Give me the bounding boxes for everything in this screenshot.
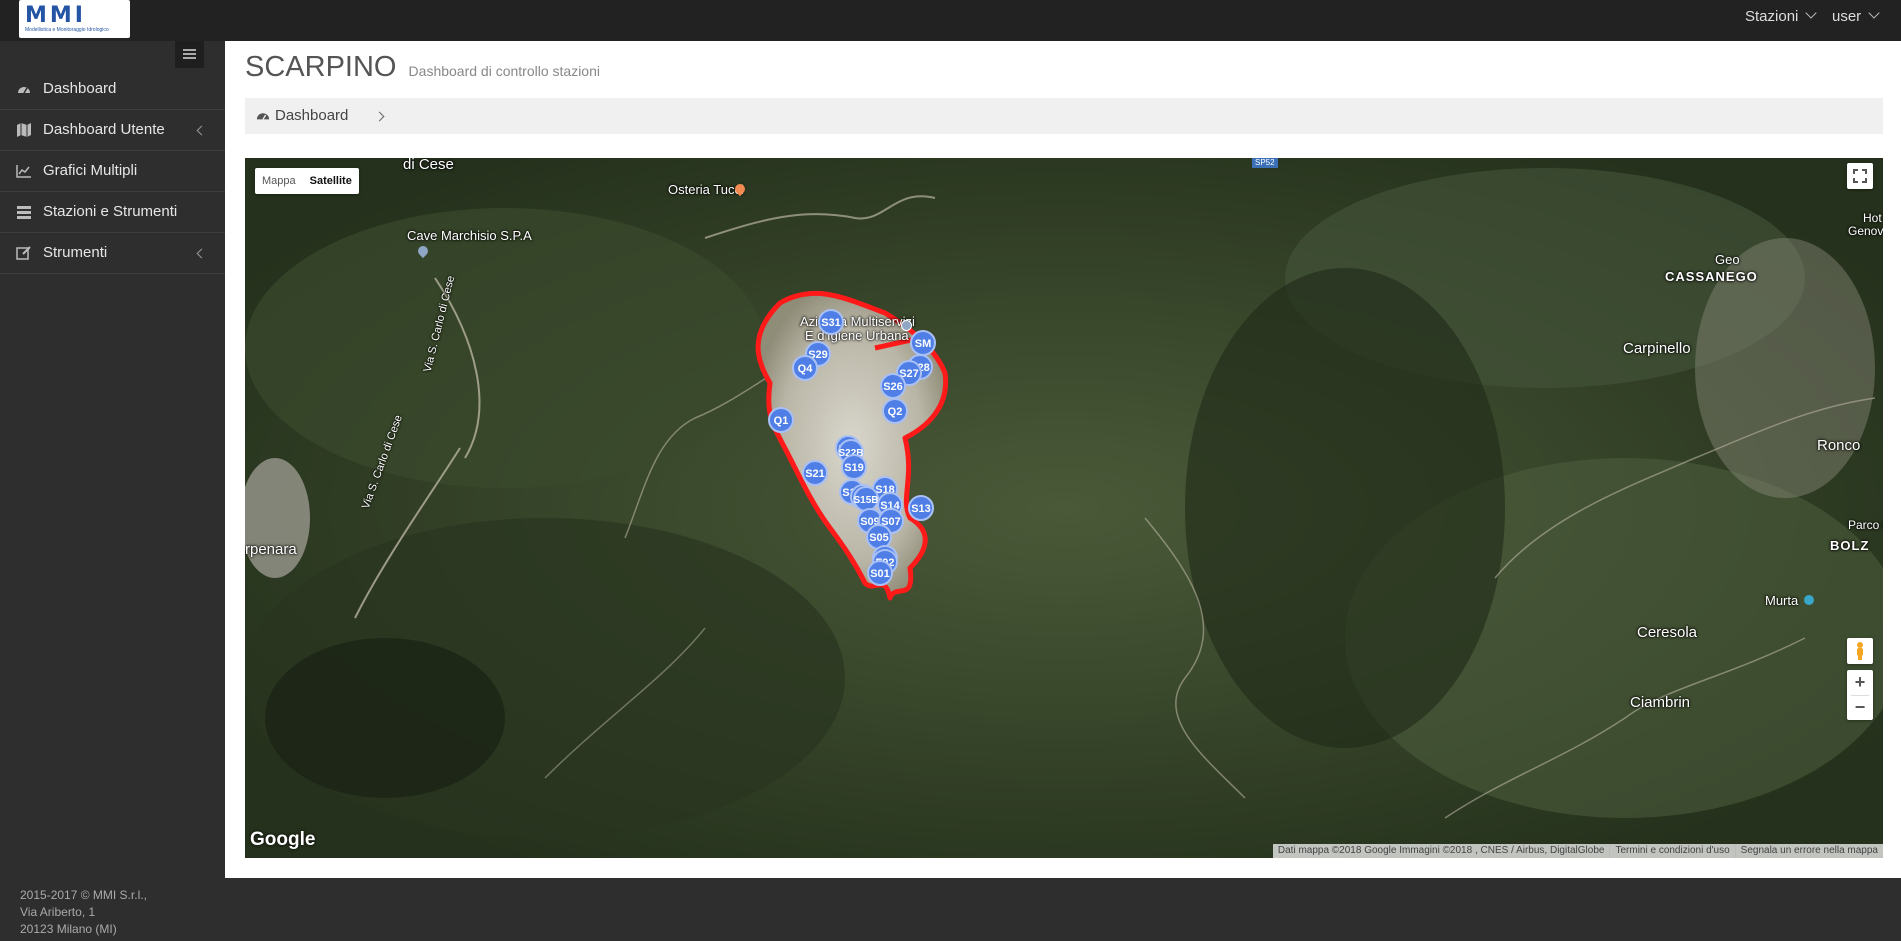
- station-marker-s21[interactable]: S21: [802, 460, 828, 486]
- google-logo: Google: [250, 829, 316, 850]
- sidebar-item-label: Dashboard Utente: [43, 121, 165, 138]
- station-marker-s13[interactable]: S13: [908, 495, 934, 521]
- station-marker-s19[interactable]: S19: [841, 454, 867, 480]
- footer-line: Via Ariberto, 1: [20, 905, 96, 919]
- user-label: user: [1832, 8, 1862, 25]
- hamburger-icon: [183, 49, 196, 51]
- dashboard-icon: [18, 87, 30, 94]
- sidebar-menu: Dashboard Dashboard Utente Grafici Multi…: [0, 69, 225, 274]
- footer-line: 2015-2017 © MMI S.r.l.,: [20, 888, 147, 902]
- terms-link[interactable]: Termini e condizioni d'uso: [1609, 844, 1734, 858]
- sidebar-item-grafici-multipli[interactable]: Grafici Multipli: [0, 151, 225, 192]
- sidebar-item-dashboard[interactable]: Dashboard: [0, 69, 225, 110]
- map-icon: [17, 123, 31, 137]
- sidebar-item-dashboard-utente[interactable]: Dashboard Utente: [0, 110, 225, 151]
- station-marker-q1[interactable]: Q1: [768, 407, 794, 433]
- stazioni-label: Stazioni: [1745, 8, 1799, 25]
- zoom-in-button[interactable]: +: [1847, 670, 1873, 695]
- sidebar: Dashboard Dashboard Utente Grafici Multi…: [0, 41, 225, 941]
- map-attribution: Dati mappa ©2018 Google Immagini ©2018 ,…: [1272, 844, 1883, 858]
- marker-label: S13: [911, 503, 931, 515]
- chevron-down-icon: [1868, 7, 1880, 19]
- main-content: SCARPINO Dashboard di controllo stazioni…: [225, 41, 1901, 878]
- page-title: SCARPINO Dashboard di controllo stazioni: [245, 51, 600, 84]
- fullscreen-button[interactable]: [1847, 163, 1873, 189]
- marker-label: Q2: [888, 406, 903, 418]
- map-type-satellite-button[interactable]: Satellite: [303, 168, 359, 194]
- dashboard-icon: [256, 113, 270, 120]
- marker-label: S15B: [853, 495, 878, 506]
- marker-label: S01: [870, 568, 890, 580]
- station-markers-layer: S31SMS29Q4S28S27S26Q2Q1S22S22BS21S19S18S…: [768, 309, 936, 586]
- logo-subtitle: Modellistica e Monitoraggio Idrologico: [25, 27, 109, 33]
- sidebar-item-label: Strumenti: [43, 244, 108, 261]
- station-marker-s26[interactable]: S26: [880, 373, 906, 399]
- marker-label: Q1: [774, 415, 789, 427]
- marker-label: S21: [805, 468, 825, 480]
- page-subtitle: Dashboard di controllo stazioni: [408, 63, 600, 79]
- zoom-out-button[interactable]: −: [1847, 696, 1873, 720]
- station-marker-s31[interactable]: S31: [818, 309, 844, 335]
- chevron-left-icon: [196, 248, 207, 259]
- sidebar-item-label: Grafici Multipli: [43, 162, 138, 179]
- station-marker-q2[interactable]: Q2: [882, 398, 908, 424]
- edit-icon: [16, 246, 31, 260]
- map-type-control: Mappa Satellite: [255, 168, 359, 194]
- sidebar-item-stazioni-strumenti[interactable]: Stazioni e Strumenti: [0, 192, 225, 233]
- marker-label: S19: [844, 462, 864, 474]
- pegman-icon: [1857, 642, 1863, 660]
- logo-text: MMI: [25, 3, 86, 28]
- breadcrumb: Dashboard: [245, 98, 1883, 134]
- footer-copyright: 2015-2017 © MMI S.r.l., Via Ariberto, 1 …: [20, 887, 147, 938]
- chevron-right-icon: [374, 111, 385, 122]
- sidebar-item-strumenti[interactable]: Strumenti: [0, 233, 225, 274]
- station-marker-s15b[interactable]: S15B: [853, 486, 879, 512]
- hamburger-icon-bar: [183, 57, 196, 59]
- marker-label: Q4: [798, 363, 814, 375]
- top-navbar: MMI Modellistica e Monitoraggio Idrologi…: [0, 0, 1901, 41]
- mmi-logo[interactable]: MMI Modellistica e Monitoraggio Idrologi…: [19, 0, 130, 38]
- breadcrumb-item-dashboard[interactable]: Dashboard: [275, 107, 348, 124]
- marker-label: S26: [883, 381, 903, 393]
- user-dropdown[interactable]: user: [1832, 7, 1880, 25]
- station-marker-sm[interactable]: SM: [910, 330, 936, 356]
- chevron-left-icon: [196, 125, 207, 136]
- map-type-map-button[interactable]: Mappa: [255, 168, 303, 194]
- stazioni-dropdown[interactable]: Stazioni: [1745, 7, 1818, 25]
- chevron-down-icon: [1805, 7, 1818, 19]
- footer-line: 20123 Milano (MI): [20, 922, 117, 936]
- sidebar-item-label: Stazioni e Strumenti: [43, 203, 178, 220]
- station-marker-q4[interactable]: Q4: [792, 355, 818, 381]
- marker-label: SM: [915, 338, 932, 350]
- sidebar-item-label: Dashboard: [43, 80, 117, 97]
- line-chart-icon: [16, 165, 31, 178]
- zoom-control: + −: [1847, 670, 1873, 720]
- marker-label: S05: [869, 532, 889, 544]
- marker-label: S31: [821, 317, 841, 329]
- satellite-map[interactable]: di Cese Osteria Tucci Cave Marchisio S.P…: [245, 158, 1883, 858]
- list-icon: [17, 206, 31, 219]
- fullscreen-icon: [1853, 169, 1867, 183]
- report-error-link[interactable]: Segnala un errore nella mappa: [1734, 844, 1883, 858]
- station-marker-s01[interactable]: S01: [867, 560, 893, 586]
- street-view-button[interactable]: [1847, 638, 1873, 664]
- hamburger-icon-bar: [183, 53, 196, 55]
- page-title-text: SCARPINO: [245, 51, 397, 83]
- sidebar-toggle-button[interactable]: [175, 41, 204, 68]
- attribution-data: Dati mappa ©2018 Google Immagini ©2018 ,…: [1277, 845, 1605, 856]
